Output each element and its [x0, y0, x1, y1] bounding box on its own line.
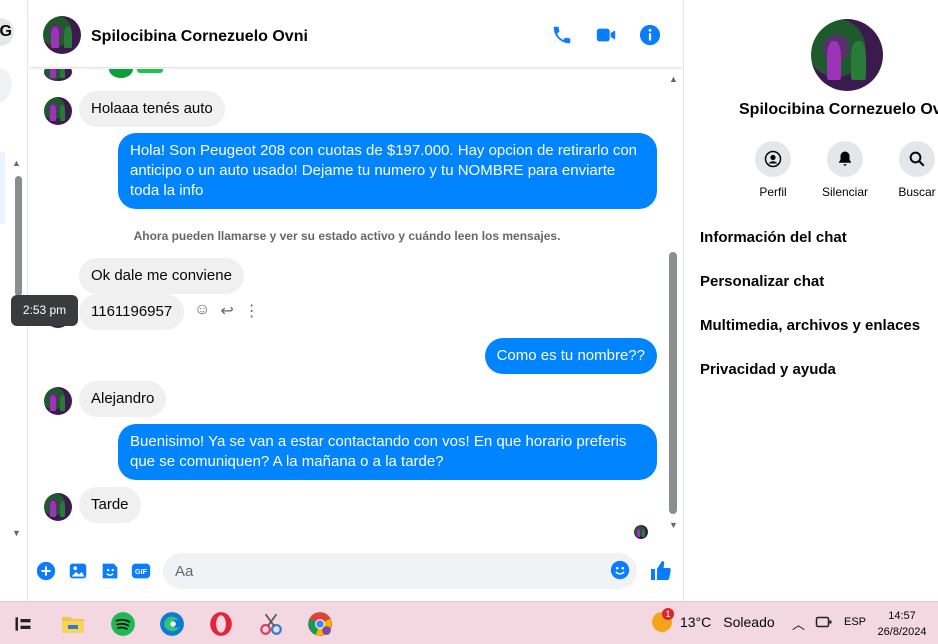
sun-icon: 1	[652, 608, 674, 632]
weather-temperature: 13°C	[680, 614, 712, 630]
task-view-icon[interactable]	[10, 611, 36, 637]
chat-details-panel: Spilocibina Cornezuelo Ovni Perfil Silen…	[683, 0, 938, 601]
chat-header: Spilocibina Cornezuelo Ovni	[29, 0, 682, 68]
menu-privacy-help[interactable]: Privacidad y ayuda	[700, 361, 836, 378]
chat-scroll-down-arrow[interactable]: ▼	[669, 520, 678, 530]
search-icon	[909, 151, 925, 167]
details-contact-name: Spilocibina Cornezuelo Ovni	[739, 101, 938, 118]
sender-avatar	[44, 387, 72, 415]
svg-text:GIF: GIF	[135, 567, 148, 576]
incoming-message[interactable]: Tarde	[79, 487, 141, 523]
chat-scroll-up-arrow[interactable]: ▲	[669, 74, 678, 84]
chat-panel: Spilocibina Cornezuelo Ovni Holaaa tenés…	[29, 0, 682, 601]
weather-widget[interactable]: 1 13°C Soleado	[652, 608, 775, 632]
timestamp-tooltip: 2:53 pm	[11, 295, 78, 326]
plus-icon[interactable]	[35, 560, 57, 582]
scroll-down-arrow[interactable]: ▼	[12, 528, 21, 538]
menu-chat-info[interactable]: Información del chat	[700, 229, 847, 246]
menu-customize-chat[interactable]: Personalizar chat	[700, 273, 824, 290]
edge-avatar-2[interactable]	[0, 68, 12, 102]
profile-icon	[764, 150, 782, 168]
sender-avatar	[44, 69, 72, 81]
chrome-icon[interactable]	[307, 611, 333, 637]
notification-badge: 1	[662, 608, 674, 620]
outgoing-message[interactable]: Hola! Son Peugeot 208 con cuotas de $197…	[118, 133, 657, 209]
mute-label: Silenciar	[821, 185, 869, 199]
clock-date: 26/8/2024	[877, 626, 927, 638]
outgoing-message[interactable]: Como es tu nombre??	[484, 338, 657, 374]
incoming-message[interactable]: Ok dale me conviene	[79, 258, 244, 294]
chat-scrollbar[interactable]	[669, 252, 677, 514]
video-call-icon[interactable]	[595, 24, 617, 46]
sticker-icon[interactable]	[99, 560, 121, 582]
system-notice: Ahora pueden llamarse y ver su estado ac…	[133, 229, 561, 243]
details-avatar[interactable]	[811, 19, 883, 91]
bell-icon	[839, 151, 851, 166]
chevron-up-icon[interactable]: ︿	[792, 614, 805, 633]
message-actions: ☺ ↩ ⋮	[194, 301, 260, 321]
network-icon[interactable]	[815, 614, 833, 635]
search-button[interactable]: Buscar	[885, 141, 938, 199]
phone-icon[interactable]	[551, 24, 573, 46]
edge-avatar-letter: G	[0, 23, 12, 40]
profile-label: Perfil	[759, 185, 787, 199]
message-input[interactable]	[163, 553, 637, 589]
clock-time: 14:57	[888, 610, 916, 622]
edge-avatar[interactable]: G	[0, 18, 14, 46]
profile-button[interactable]: Perfil	[741, 141, 805, 199]
incoming-message[interactable]: Holaaa tenés auto	[79, 91, 225, 127]
system-clock[interactable]: 14:57 26/8/2024	[870, 608, 934, 640]
info-icon[interactable]	[639, 24, 661, 46]
gif-icon[interactable]: GIF	[130, 560, 152, 582]
read-receipt-avatar	[634, 525, 648, 539]
outgoing-message[interactable]: Buenisimo! Ya se van a estar contactando…	[118, 424, 657, 480]
more-options-icon[interactable]: ⋮	[244, 301, 260, 321]
menu-media-files-links[interactable]: Multimedia, archivos y enlaces	[700, 317, 920, 334]
scroll-up-arrow[interactable]: ▲	[12, 158, 21, 168]
contact-avatar[interactable]	[43, 16, 81, 54]
sticker-partial	[105, 69, 165, 79]
incoming-message[interactable]: Alejandro	[79, 381, 167, 417]
conversation-list-scrollbar[interactable]	[15, 176, 22, 296]
sender-avatar	[44, 493, 72, 521]
spotify-icon[interactable]	[110, 611, 136, 637]
incoming-message[interactable]: 1161196957	[79, 294, 185, 330]
weather-description: Soleado	[723, 614, 775, 630]
windows-taskbar: 1 13°C Soleado ︿ ESP 14:57 26/8/2024	[0, 601, 938, 644]
react-emoji-icon[interactable]: ☺	[194, 301, 210, 321]
sender-avatar	[44, 97, 72, 125]
thumbs-up-icon[interactable]	[649, 559, 673, 583]
mute-button[interactable]: Silenciar	[813, 141, 877, 199]
language-indicator[interactable]: ESP	[844, 616, 866, 628]
opera-icon[interactable]	[208, 611, 234, 637]
search-label: Buscar	[898, 185, 936, 199]
message-composer: GIF	[29, 545, 682, 601]
edge-browser-icon[interactable]	[159, 611, 185, 637]
message-list: Holaaa tenés auto Hola! Son Peugeot 208 …	[29, 69, 682, 544]
emoji-icon[interactable]	[609, 559, 631, 581]
photo-icon[interactable]	[67, 560, 89, 582]
contact-name[interactable]: Spilocibina Cornezuelo Ovni	[91, 28, 308, 46]
snipping-tool-icon[interactable]	[258, 611, 284, 637]
selected-conversation-indicator	[0, 152, 5, 224]
reply-icon[interactable]: ↩	[220, 301, 233, 321]
file-explorer-icon[interactable]	[60, 611, 86, 637]
